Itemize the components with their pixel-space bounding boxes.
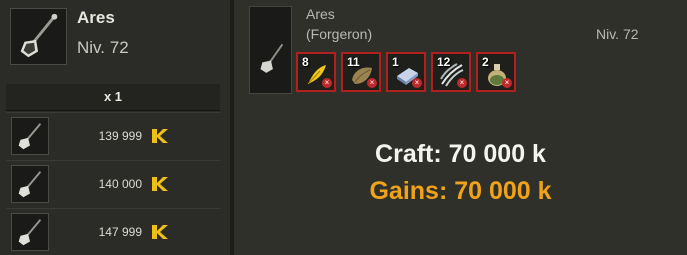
ingredient-slot[interactable]: 11 × — [341, 52, 381, 92]
shovel-icon — [260, 43, 284, 73]
listing-row[interactable]: 147 999 — [6, 208, 220, 255]
market-panel: Ares Niv. 72 x 1 139 999 140 000 147 999 — [0, 0, 230, 255]
missing-icon: × — [322, 78, 332, 88]
missing-icon: × — [412, 78, 422, 88]
craft-cost: Craft: 70 000 k — [375, 140, 546, 168]
gains-value: Gains: 70 000 k — [369, 177, 552, 205]
kamas-icon — [152, 177, 168, 191]
listing-price: 147 999 — [98, 225, 142, 239]
kamas-icon — [152, 225, 168, 239]
ingredient-count: 2 — [482, 55, 489, 69]
listing-thumbnail — [11, 117, 49, 155]
ingredient-count: 12 — [437, 55, 451, 69]
recipe-level: Niv. 72 — [596, 26, 639, 42]
missing-icon: × — [457, 78, 467, 88]
ingredient-slot[interactable]: 12 × — [431, 52, 471, 92]
recipe-profession: (Forgeron) — [306, 26, 373, 42]
recipe-thumbnail — [249, 6, 292, 94]
quantity-header[interactable]: x 1 — [6, 84, 220, 111]
recipe-panel: Ares (Forgeron) Niv. 72 8 × 11 × 1 × 12 … — [234, 0, 687, 255]
listing-thumbnail — [11, 165, 49, 203]
recipe-item-name: Ares — [306, 6, 335, 22]
item-thumbnail — [10, 8, 67, 65]
shovel-icon — [20, 13, 58, 58]
listing-thumbnail — [11, 213, 49, 251]
item-level: Niv. 72 — [77, 38, 129, 57]
ingredient-count: 8 — [302, 55, 309, 69]
shovel-icon — [18, 171, 42, 198]
ingredient-count: 11 — [347, 55, 360, 69]
listing-price: 139 999 — [98, 129, 142, 143]
ingredient-slot[interactable]: 8 × — [296, 52, 336, 92]
listing-row[interactable]: 139 999 — [6, 112, 220, 159]
kamas-icon — [152, 129, 168, 143]
listing-row[interactable]: 140 000 — [6, 160, 220, 207]
listing-price: 140 000 — [98, 177, 142, 191]
shovel-icon — [18, 123, 42, 150]
ingredient-count: 1 — [392, 55, 399, 69]
ingredient-slot[interactable]: 1 × — [386, 52, 426, 92]
item-header: Ares Niv. 72 — [0, 0, 230, 76]
item-name: Ares — [77, 8, 115, 27]
missing-icon: × — [502, 78, 512, 88]
shovel-icon — [18, 219, 42, 246]
ingredient-slot[interactable]: 2 × — [476, 52, 516, 92]
missing-icon: × — [367, 78, 377, 88]
